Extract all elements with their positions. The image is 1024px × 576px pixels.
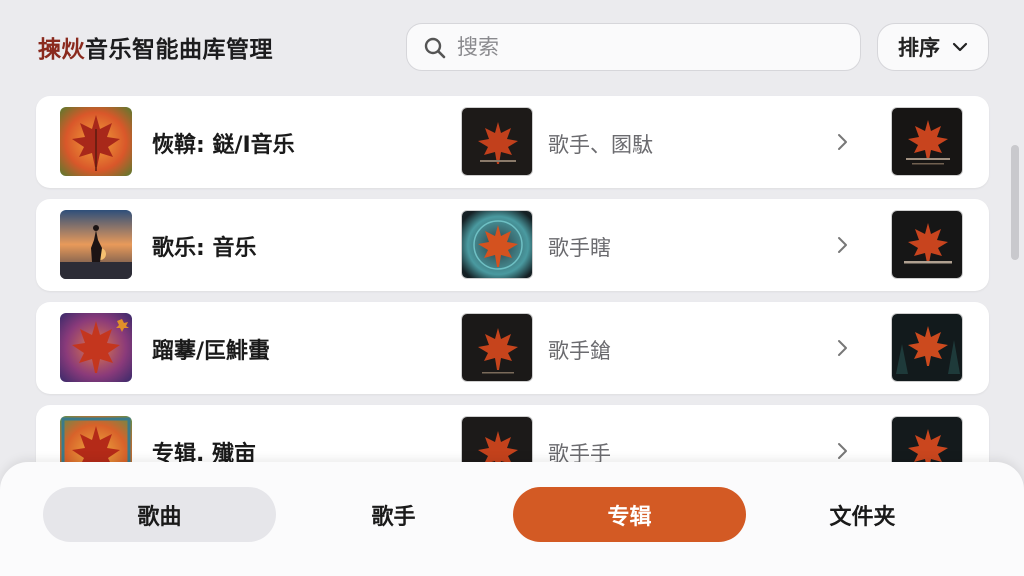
search-box[interactable] [406,23,861,71]
artist-cover [461,210,533,279]
tab-albums[interactable]: 专辑 [513,487,746,542]
album-cover-small [891,107,963,176]
app-title: 揀炏音乐智能曲库管理 [38,30,273,64]
album-subtitle: 歌手鎗 [548,339,611,363]
list-item[interactable]: 歌乐: 音乐 歌手瞎 [36,199,989,291]
tab-label: 专辑 [607,504,652,530]
album-cover [60,210,132,279]
search-input[interactable] [457,24,847,70]
album-title: 蹓藆/匞鯡蟗 [152,339,271,364]
tab-label: 歌曲 [137,504,182,530]
app-title-text: 音乐智能曲库管理 [85,37,273,63]
list-item[interactable]: 恢鞥: 鎹/I音乐 歌手、圂駄 [36,96,989,188]
scrollbar[interactable] [1011,145,1019,260]
chevron-right-icon[interactable] [836,339,848,357]
artist-cover [461,107,533,176]
tab-label: 文件夹 [829,504,896,530]
tab-folders[interactable]: 文件夹 [746,487,979,542]
chevron-down-icon [952,42,968,52]
album-cover-small [891,210,963,279]
artist-cover [461,313,533,382]
album-cover [60,107,132,176]
search-icon [424,37,446,59]
top-bar: 揀炏音乐智能曲库管理 排序 [0,0,1024,92]
bottom-tab-bar: 歌曲 歌手 专辑 文件夹 [0,462,1024,576]
album-title: 恢鞥: 鎹/I音乐 [152,133,295,158]
album-title: 歌乐: 音乐 [152,236,257,261]
app-title-accent: 揀炏 [38,37,85,63]
album-cover-small [891,313,963,382]
album-cover [60,313,132,382]
tab-label: 歌手 [371,504,416,530]
list-item[interactable]: 蹓藆/匞鯡蟗 歌手鎗 [36,302,989,394]
tab-artists[interactable]: 歌手 [277,487,510,542]
tab-songs[interactable]: 歌曲 [43,487,276,542]
sort-button[interactable]: 排序 [877,23,989,71]
chevron-right-icon[interactable] [836,442,848,460]
chevron-right-icon[interactable] [836,133,848,151]
album-subtitle: 歌手、圂駄 [548,133,653,157]
album-subtitle: 歌手瞎 [548,236,611,260]
chevron-right-icon[interactable] [836,236,848,254]
sort-label: 排序 [898,36,940,60]
